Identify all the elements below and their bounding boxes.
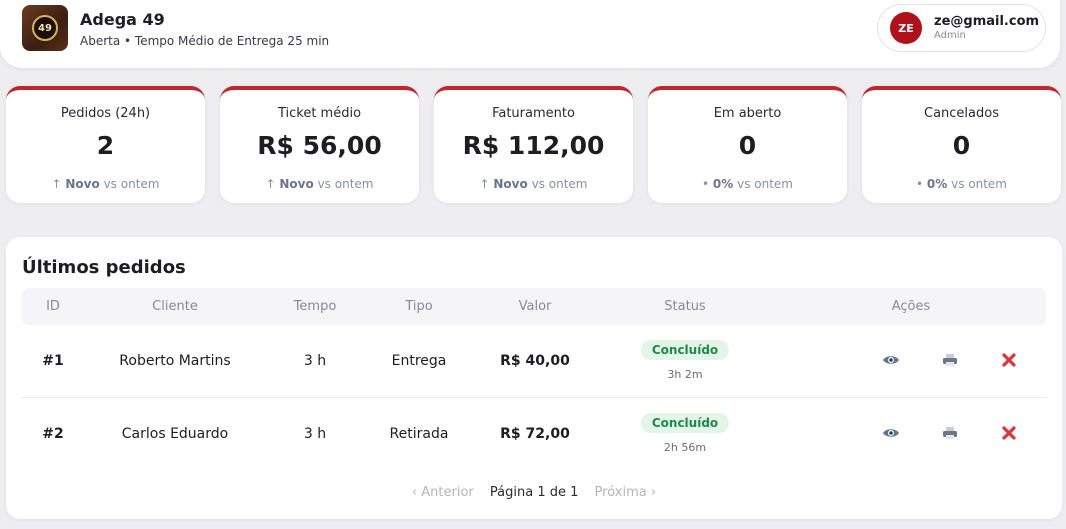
close-icon[interactable] bbox=[999, 424, 1019, 442]
stat-trend: ↑ Novo vs ontem bbox=[434, 177, 633, 191]
stat-card-revenue: Faturamento R$ 112,00 ↑ Novo vs ontem bbox=[434, 86, 633, 203]
stat-card-orders: Pedidos (24h) 2 ↑ Novo vs ontem bbox=[6, 86, 205, 203]
dot-icon: • bbox=[701, 177, 710, 191]
stat-value: R$ 56,00 bbox=[257, 131, 382, 160]
next-page-button[interactable]: Próxima › bbox=[595, 485, 657, 500]
trend-value: 0% bbox=[926, 177, 948, 191]
top-header: 49 Adega 49 Aberta • Tempo Médio de Entr… bbox=[0, 0, 1060, 68]
pagination: ‹ Anterior Página 1 de 1 Próxima › bbox=[6, 485, 1062, 500]
store-status: Aberta • Tempo Médio de Entrega 25 min bbox=[80, 34, 330, 48]
dot-icon: • bbox=[915, 177, 924, 191]
stat-value: 0 bbox=[952, 131, 971, 160]
col-id: ID bbox=[46, 299, 60, 314]
user-role: Admin bbox=[934, 30, 966, 41]
order-type: Entrega bbox=[391, 353, 447, 369]
eye-icon[interactable] bbox=[881, 424, 901, 442]
arrow-up-icon: ↑ bbox=[265, 177, 276, 191]
trend-suffix: vs ontem bbox=[531, 177, 588, 191]
status-badge: Concluído bbox=[640, 340, 730, 360]
order-value: R$ 72,00 bbox=[500, 426, 570, 442]
table-row[interactable]: #1 Roberto Martins 3 h Entrega R$ 40,00 … bbox=[22, 325, 1046, 397]
col-value: Valor bbox=[518, 299, 552, 314]
stat-label: Cancelados bbox=[924, 106, 999, 121]
stat-card-cancelled: Cancelados 0 • 0% vs ontem bbox=[862, 86, 1061, 203]
close-icon[interactable] bbox=[999, 351, 1019, 369]
col-actions: Ações bbox=[891, 299, 931, 314]
prev-page-button[interactable]: ‹ Anterior bbox=[412, 485, 474, 500]
order-time: 3 h bbox=[303, 426, 327, 442]
col-time: Tempo bbox=[293, 299, 337, 314]
stat-trend: • 0% vs ontem bbox=[862, 177, 1061, 191]
status-badge: Concluído bbox=[640, 413, 730, 433]
stat-card-open: Em aberto 0 • 0% vs ontem bbox=[648, 86, 847, 203]
table-row[interactable]: #2 Carlos Eduardo 3 h Retirada R$ 72,00 … bbox=[22, 397, 1046, 469]
arrow-up-icon: ↑ bbox=[51, 177, 62, 191]
orders-card: Últimos pedidos ID Cliente Tempo Tipo Va… bbox=[6, 237, 1062, 519]
col-client: Cliente bbox=[152, 299, 198, 314]
table-header: ID Cliente Tempo Tipo Valor Status Ações bbox=[22, 288, 1046, 325]
col-status: Status bbox=[664, 299, 706, 314]
stat-trend: • 0% vs ontem bbox=[648, 177, 847, 191]
order-value: R$ 40,00 bbox=[500, 353, 570, 369]
trend-value: Novo bbox=[493, 177, 528, 191]
order-id: #2 bbox=[42, 426, 64, 442]
stat-label: Em aberto bbox=[713, 106, 782, 121]
order-time: 3 h bbox=[303, 353, 327, 369]
orders-title: Últimos pedidos bbox=[22, 257, 186, 278]
stat-value: 2 bbox=[96, 131, 115, 160]
stat-card-ticket: Ticket médio R$ 56,00 ↑ Novo vs ontem bbox=[220, 86, 419, 203]
stat-trend: ↑ Novo vs ontem bbox=[6, 177, 205, 191]
trend-suffix: vs ontem bbox=[103, 177, 160, 191]
order-id: #1 bbox=[42, 353, 64, 369]
eye-icon[interactable] bbox=[881, 351, 901, 369]
printer-icon[interactable] bbox=[940, 351, 960, 369]
stat-value: R$ 112,00 bbox=[462, 131, 605, 160]
user-menu[interactable]: ZE ze@gmail.com Admin bbox=[877, 4, 1046, 52]
avatar: ZE bbox=[890, 12, 922, 44]
order-client: Carlos Eduardo bbox=[121, 426, 229, 442]
stat-value: 0 bbox=[738, 131, 757, 160]
stat-label: Pedidos (24h) bbox=[60, 106, 151, 121]
page-indicator: Página 1 de 1 bbox=[489, 485, 579, 500]
trend-suffix: vs ontem bbox=[737, 177, 793, 191]
printer-icon[interactable] bbox=[940, 424, 960, 442]
status-elapsed: 2h 56m bbox=[663, 441, 707, 454]
trend-value: 0% bbox=[712, 177, 734, 191]
trend-suffix: vs ontem bbox=[951, 177, 1007, 191]
status-elapsed: 3h 2m bbox=[667, 368, 703, 381]
order-client: Roberto Martins bbox=[119, 353, 231, 369]
trend-value: Novo bbox=[65, 177, 100, 191]
logo-badge: 49 bbox=[32, 15, 58, 41]
store-logo[interactable]: 49 bbox=[22, 5, 68, 51]
user-email: ze@gmail.com bbox=[934, 14, 1040, 29]
order-type: Retirada bbox=[389, 426, 449, 442]
trend-value: Novo bbox=[279, 177, 314, 191]
col-type: Tipo bbox=[405, 299, 433, 314]
store-name: Adega 49 bbox=[80, 10, 165, 29]
arrow-up-icon: ↑ bbox=[479, 177, 490, 191]
stat-label: Faturamento bbox=[492, 106, 575, 121]
stat-label: Ticket médio bbox=[277, 106, 362, 121]
stat-trend: ↑ Novo vs ontem bbox=[220, 177, 419, 191]
trend-suffix: vs ontem bbox=[317, 177, 374, 191]
